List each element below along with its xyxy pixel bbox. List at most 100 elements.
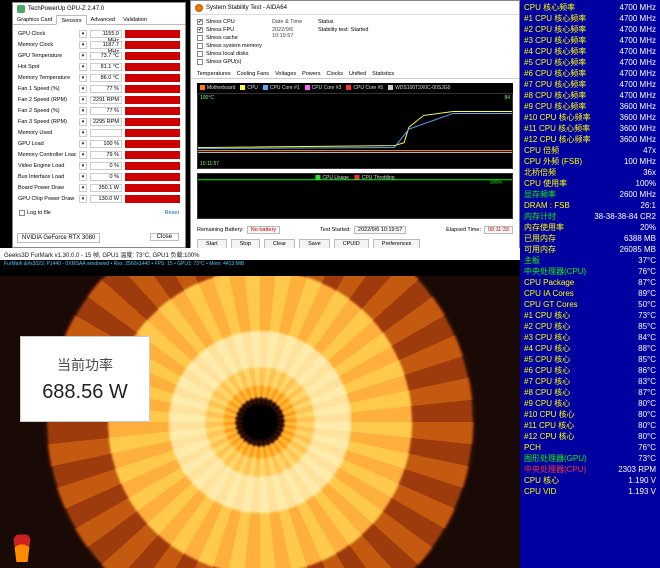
aida-stress-check[interactable]: Stress cache <box>197 35 262 41</box>
gpuz-sensor-dropdown[interactable]: ▾ <box>79 184 87 192</box>
hw-info-row: CPU GT Cores50°C <box>520 299 660 310</box>
aida-battery-value: No battery <box>247 226 280 234</box>
hw-info-row: #9 CPU 核心频率3600 MHz <box>520 101 660 112</box>
hw-info-value: 38-38-38-84 CR2 <box>594 211 656 222</box>
aida-tab[interactable]: Statistics <box>372 69 394 78</box>
hw-info-key: CPU IA Cores <box>524 288 612 299</box>
hw-info-value: 26:1 <box>612 200 656 211</box>
gpuz-sensor-dropdown[interactable]: ▾ <box>79 173 87 181</box>
gpuz-sensor-dropdown[interactable]: ▾ <box>79 74 87 82</box>
gpuz-titlebar[interactable]: TechPowerUp GPU-Z 2.47.0 <box>13 3 185 15</box>
hw-info-key: CPU Package <box>524 277 612 288</box>
checkbox-icon[interactable] <box>197 19 203 25</box>
hw-info-key: #4 CPU 核心 <box>524 343 612 354</box>
gpuz-sensor-dropdown[interactable]: ▾ <box>79 151 87 159</box>
gpuz-sensor-row: Hot Spot▾81.1 °C <box>18 61 180 72</box>
hw-info-key: 内存计时 <box>524 211 594 222</box>
hw-info-key: 显存频率 <box>524 189 612 200</box>
aida-stress-check[interactable]: Stress system memory <box>197 43 262 49</box>
gpuz-sensor-row: Video Engine Load▾0 % <box>18 160 180 171</box>
gpuz-sensor-label: Bus Interface Load <box>18 174 76 180</box>
gpuz-tab-sensors[interactable]: Sensors <box>56 15 86 25</box>
gpuz-sensor-bar <box>125 107 180 115</box>
hw-info-key: #4 CPU 核心频率 <box>524 46 612 57</box>
hw-info-value: 4700 MHz <box>612 90 656 101</box>
hw-info-key: #8 CPU 核心 <box>524 387 612 398</box>
gpuz-sensor-row: Memory Controller Load▾79 % <box>18 149 180 160</box>
gpuz-sensor-dropdown[interactable]: ▾ <box>79 85 87 93</box>
aida-stress-check[interactable]: Stress FPU <box>197 27 262 33</box>
gpuz-sensor-dropdown[interactable]: ▾ <box>79 118 87 126</box>
gpuz-sensor-value: 2291 RPM <box>90 96 122 104</box>
gpuz-gpu-name[interactable]: NVIDIA GeForce RTX 3080 <box>17 233 100 243</box>
aida-check-label: Stress FPU <box>206 27 234 33</box>
checkbox-icon[interactable] <box>197 51 203 57</box>
gpuz-reset-link[interactable]: Reset <box>165 210 179 216</box>
aida-tab[interactable]: Temperatures <box>197 69 231 78</box>
aida-titlebar[interactable]: System Stability Test - AIDA64 <box>191 1 519 15</box>
gpuz-sensor-row: GPU Chip Power Draw▾130.0 W <box>18 193 180 204</box>
fur-donut-swirl <box>45 276 475 568</box>
aida-legend-item: CPU Core #5 <box>346 85 383 91</box>
aida-tab[interactable]: Cooling Fans <box>237 69 269 78</box>
hw-info-key: #11 CPU 核心频率 <box>524 123 612 134</box>
aida-check-label: Stress local disks <box>206 51 249 57</box>
hw-info-value: 1.190 V <box>612 475 656 486</box>
gpuz-sensor-label: Video Engine Load <box>18 163 76 169</box>
aida-stress-check[interactable]: Stress GPU(s) <box>197 59 262 65</box>
hw-info-key: #10 CPU 核心频率 <box>524 112 612 123</box>
hw-info-row: CPU 使用率100% <box>520 178 660 189</box>
gpuz-log-checkbox[interactable] <box>19 210 25 216</box>
gpuz-sensor-value: 1155.0 MHz <box>90 30 122 38</box>
gpuz-sensor-label: GPU Chip Power Draw <box>18 196 76 202</box>
hw-info-row: CPU IA Cores89°C <box>520 288 660 299</box>
gpuz-sensor-dropdown[interactable]: ▾ <box>79 96 87 104</box>
gpuz-sensor-dropdown[interactable]: ▾ <box>79 195 87 203</box>
hw-info-key: #5 CPU 核心 <box>524 354 612 365</box>
aida-stress-check[interactable]: Stress local disks <box>197 51 262 57</box>
hw-info-row: #6 CPU 核心86°C <box>520 365 660 376</box>
gpuz-tab-graphics[interactable]: Graphics Card <box>13 15 56 24</box>
gpuz-sensor-dropdown[interactable]: ▾ <box>79 162 87 170</box>
gpuz-sensor-dropdown[interactable]: ▾ <box>79 30 87 38</box>
hw-info-row: #3 CPU 核心84°C <box>520 332 660 343</box>
gpuz-sensor-dropdown[interactable]: ▾ <box>79 140 87 148</box>
gpuz-sensor-dropdown[interactable]: ▾ <box>79 107 87 115</box>
furmark-titlebar[interactable]: Geeks3D FurMark v1.30.0.0 - 15 帧, GPU1 温… <box>0 248 520 260</box>
checkbox-icon[interactable] <box>197 35 203 41</box>
checkbox-icon[interactable] <box>197 27 203 33</box>
gpuz-sensor-label: GPU Temperature <box>18 53 76 59</box>
aida-tab[interactable]: Unified <box>349 69 366 78</box>
hw-info-value: 2303 RPM <box>612 464 656 475</box>
gpuz-sensor-dropdown[interactable]: ▾ <box>79 63 87 71</box>
gpuz-tab-validation[interactable]: Validation <box>119 15 151 24</box>
gpuz-sensor-value: 130.0 W <box>90 195 122 203</box>
hw-info-key: 已用内存 <box>524 233 612 244</box>
gpuz-sensor-dropdown[interactable]: ▾ <box>79 41 87 49</box>
gpuz-sensor-bar <box>125 41 180 49</box>
aida-tab[interactable]: Powers <box>302 69 320 78</box>
furmark-stats: FurMark &#x2022; P1440 - 0XMSAA windowed… <box>0 260 520 276</box>
gpuz-sensor-bar <box>125 140 180 148</box>
hw-info-row: #4 CPU 核心频率4700 MHz <box>520 46 660 57</box>
gpuz-sensor-row: Memory Used▾ <box>18 127 180 138</box>
aida-tab[interactable]: Voltages <box>275 69 296 78</box>
gpuz-sensor-dropdown[interactable]: ▾ <box>79 52 87 60</box>
gpuz-sensor-bar <box>125 96 180 104</box>
hw-info-row: #1 CPU 核心73°C <box>520 310 660 321</box>
aida-tab[interactable]: Clocks <box>327 69 344 78</box>
aida-stress-check[interactable]: Stress CPU <box>197 19 262 25</box>
gpuz-sensor-row: Bus Interface Load▾0 % <box>18 171 180 182</box>
checkbox-icon[interactable] <box>197 59 203 65</box>
hw-info-key: #1 CPU 核心 <box>524 310 612 321</box>
gpuz-tab-advanced[interactable]: Advanced <box>87 15 119 24</box>
hw-info-row: #2 CPU 核心频率4700 MHz <box>520 24 660 35</box>
checkbox-icon[interactable] <box>197 43 203 49</box>
gpuz-sensor-bar <box>125 195 180 203</box>
hw-info-value: 88°C <box>612 343 656 354</box>
hw-info-value: 80°C <box>612 431 656 442</box>
hw-info-key: #6 CPU 核心频率 <box>524 68 612 79</box>
hw-info-row: #7 CPU 核心频率4700 MHz <box>520 79 660 90</box>
gpuz-close-button[interactable]: Close <box>150 233 179 241</box>
gpuz-sensor-dropdown[interactable]: ▾ <box>79 129 87 137</box>
